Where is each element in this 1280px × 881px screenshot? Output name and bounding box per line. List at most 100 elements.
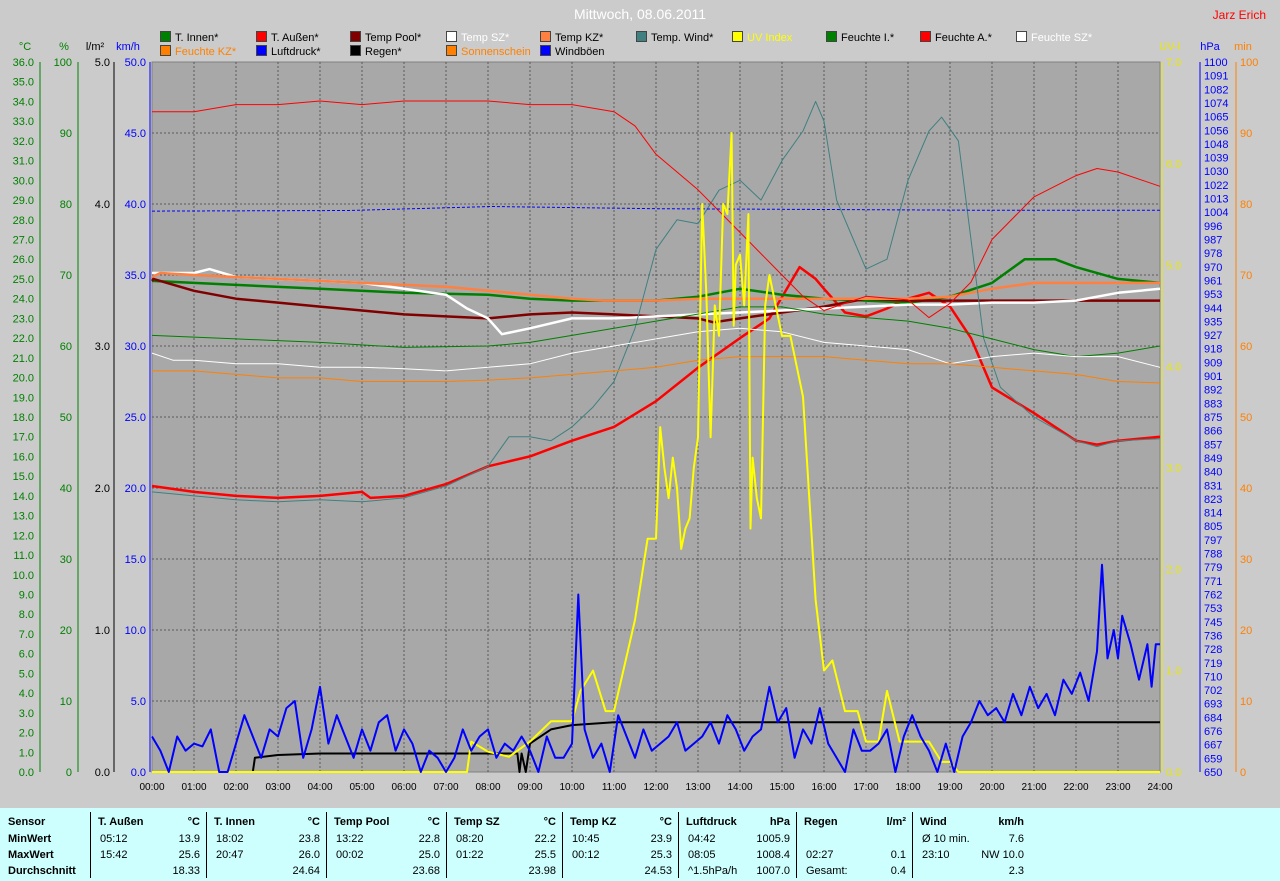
pressure-axis-tick-label: 1022	[1204, 180, 1228, 192]
table-column: T. Innen °C 18:02 23.8 20:47 26.0 24.64	[206, 808, 326, 881]
uv-axis-unit: UV-I	[1159, 41, 1180, 53]
table-cell-value: 24.53	[644, 865, 672, 877]
celsius-axis-unit: °C	[19, 41, 31, 53]
minutes-axis-tick-label: 40	[1240, 483, 1252, 495]
table-header-label: Regen	[804, 816, 838, 828]
x-tick-label: 07:00	[433, 782, 458, 793]
table-cell-time: 05:12	[100, 833, 128, 845]
legend-label: Feuchte KZ*	[175, 46, 237, 58]
celsius-axis-tick-label: 4.0	[19, 688, 34, 700]
author-label: Jarz Erich	[1212, 8, 1266, 22]
table-row: Durchschnitt	[0, 864, 90, 879]
uv-axis-tick-label: 6.0	[1166, 158, 1181, 170]
uv-axis-tick-label: 7.0	[1166, 57, 1181, 69]
x-tick-label: 05:00	[349, 782, 374, 793]
pressure-axis-tick-label: 771	[1204, 576, 1222, 588]
celsius-axis-tick-label: 21.0	[13, 353, 34, 365]
percent-axis-tick-label: 100	[54, 57, 72, 69]
wind-axis-tick-label: 40.0	[125, 199, 146, 211]
legend-label: Regen*	[365, 46, 402, 58]
x-tick-label: 15:00	[769, 782, 794, 793]
table-cell-value: 0.4	[890, 865, 906, 877]
pressure-axis-tick-label: 875	[1204, 412, 1222, 424]
table-row: 2.3	[912, 864, 1030, 879]
celsius-axis-tick-label: 27.0	[13, 235, 34, 247]
legend-swatch	[256, 31, 267, 42]
legend-swatch	[350, 45, 361, 56]
celsius-axis-tick-label: 12.0	[13, 530, 34, 542]
table-column: Temp KZ °C 10:45 23.9 00:12 25.3 24.53	[562, 808, 678, 881]
legend-label: Windböen	[555, 46, 605, 58]
pressure-axis-tick-label: 970	[1204, 262, 1222, 274]
table-cell-time: 15:42	[100, 849, 128, 861]
x-tick-label: 12:00	[643, 782, 668, 793]
pressure-axis-tick-label: 987	[1204, 235, 1222, 247]
wind-axis-tick-label: 10.0	[125, 625, 146, 637]
pressure-axis-tick-label: 797	[1204, 535, 1222, 547]
table-header-unit: °C	[307, 816, 320, 828]
celsius-axis-tick-label: 15.0	[13, 471, 34, 483]
pressure-axis-tick-label: 1091	[1204, 71, 1228, 83]
table-header-label: Temp SZ	[454, 816, 500, 828]
x-tick-label: 16:00	[811, 782, 836, 793]
table-cell-time: 04:42	[688, 833, 716, 845]
pressure-axis-tick-label: 779	[1204, 562, 1222, 574]
table-header: Regen l/m²	[796, 815, 912, 830]
wind-axis-tick-label: 0.0	[131, 767, 146, 779]
uv-axis-tick-label: 5.0	[1166, 260, 1181, 272]
minutes-axis-tick-label: 80	[1240, 199, 1252, 211]
table-row-label: MinWert	[8, 833, 52, 845]
x-tick-label: 24:00	[1147, 782, 1172, 793]
table-header-unit: hPa	[769, 816, 790, 828]
table-header-label: Temp Pool	[334, 816, 390, 828]
x-tick-label: 19:00	[937, 782, 962, 793]
legend-swatch	[732, 31, 743, 42]
minutes-axis-unit: min	[1234, 41, 1252, 53]
table-row: 08:20 22.2	[446, 832, 562, 847]
pressure-axis-tick-label: 909	[1204, 357, 1222, 369]
uv-axis-tick-label: 0.0	[1166, 767, 1181, 779]
celsius-axis-tick-label: 16.0	[13, 451, 34, 463]
table-cell-value: 1005.9	[756, 833, 790, 845]
pressure-axis-tick-label: 753	[1204, 603, 1222, 615]
table-cell-time: 08:05	[688, 849, 716, 861]
table-column: Temp SZ °C 08:20 22.2 01:22 25.5 23.98	[446, 808, 562, 881]
x-tick-label: 13:00	[685, 782, 710, 793]
table-row: MinWert	[0, 832, 90, 847]
minutes-axis-tick-label: 0	[1240, 767, 1246, 779]
minutes-axis-tick-label: 20	[1240, 625, 1252, 637]
table-header: Temp SZ °C	[446, 815, 562, 830]
rain-axis-tick-label: 1.0	[95, 625, 110, 637]
pressure-axis-tick-label: 996	[1204, 221, 1222, 233]
legend-label: T. Außen*	[271, 32, 319, 44]
percent-axis-unit: %	[59, 41, 69, 53]
pressure-axis-tick-label: 892	[1204, 385, 1222, 397]
percent-axis-tick-label: 20	[60, 625, 72, 637]
legend-item: T. Innen*	[160, 31, 218, 45]
legend-swatch	[256, 45, 267, 56]
x-tick-label: 09:00	[517, 782, 542, 793]
table-cell-value: NW 10.0	[981, 849, 1024, 861]
pressure-axis-tick-label: 978	[1204, 248, 1222, 260]
table-cell-value: 1008.4	[756, 849, 790, 861]
uv-axis-tick-label: 2.0	[1166, 564, 1181, 576]
x-tick-label: 01:00	[181, 782, 206, 793]
celsius-axis-tick-label: 1.0	[19, 747, 34, 759]
table-cell-time: 23:10	[922, 849, 950, 861]
pressure-axis-tick-label: 823	[1204, 494, 1222, 506]
chart-title: Mittwoch, 08.06.2011	[573, 6, 707, 22]
table-cell-value: 25.3	[650, 849, 672, 861]
table-cell-time: 13:22	[336, 833, 364, 845]
table-row: 05:12 13.9	[90, 832, 206, 847]
pressure-axis-tick-label: 1048	[1204, 139, 1228, 151]
celsius-axis-tick-label: 23.0	[13, 313, 34, 325]
pressure-axis-tick-label: 745	[1204, 617, 1222, 629]
legend-label: Temp Pool*	[365, 32, 422, 44]
table-column: Temp Pool °C 13:22 22.8 00:02 25.0 23.68	[326, 808, 446, 881]
legend-item: UV Index	[732, 31, 792, 45]
pressure-axis-tick-label: 1039	[1204, 153, 1228, 165]
table-header: Luftdruck hPa	[678, 815, 796, 830]
pressure-axis-tick-label: 719	[1204, 658, 1222, 670]
legend-swatch	[636, 31, 647, 42]
table-header-unit: °C	[187, 816, 200, 828]
